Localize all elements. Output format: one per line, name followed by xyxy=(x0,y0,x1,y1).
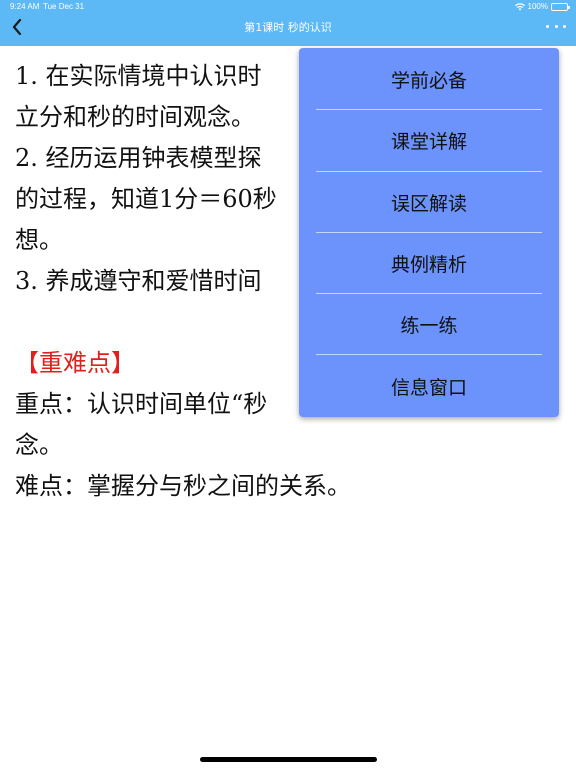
battery-percent: 100% xyxy=(527,2,548,11)
page-title: 第1课时 秒的认识 xyxy=(244,21,332,34)
popup-menu: 学前必备 课堂详解 误区解读 典例精析 练一练 信息窗口 xyxy=(299,48,559,417)
ellipsis-icon-dot-1 xyxy=(546,24,549,28)
ellipsis-icon-dot-2 xyxy=(554,24,558,28)
wifi-icon xyxy=(514,2,525,10)
status-bar: 9:24 AM Tue Dec 31 100% xyxy=(0,0,576,14)
home-indicator[interactable] xyxy=(200,757,377,762)
more-button[interactable] xyxy=(546,18,566,34)
status-time: 9:24 AM xyxy=(10,2,40,11)
menu-item-prerequisites[interactable]: 学前必备 xyxy=(299,49,559,111)
status-indicators: 100% xyxy=(514,2,570,11)
menu-item-misconceptions[interactable]: 误区解读 xyxy=(299,172,559,234)
menu-item-lesson-details[interactable]: 课堂详解 xyxy=(299,110,559,172)
key-point-line: 念。 xyxy=(15,431,63,459)
status-date: Tue Dec 31 xyxy=(43,2,85,11)
menu-item-examples[interactable]: 典例精析 xyxy=(299,233,559,295)
ellipsis-icon-dot-3 xyxy=(563,24,566,28)
difficulty-line: 难点：掌握分与秒之间的关系。 xyxy=(15,472,351,500)
header-bar: 9:24 AM Tue Dec 31 100% 第1课时 秒的认识 xyxy=(0,0,576,46)
battery-icon xyxy=(551,2,570,11)
menu-item-info-window[interactable]: 信息窗口 xyxy=(299,355,559,416)
menu-item-practice[interactable]: 练一练 xyxy=(299,294,559,356)
